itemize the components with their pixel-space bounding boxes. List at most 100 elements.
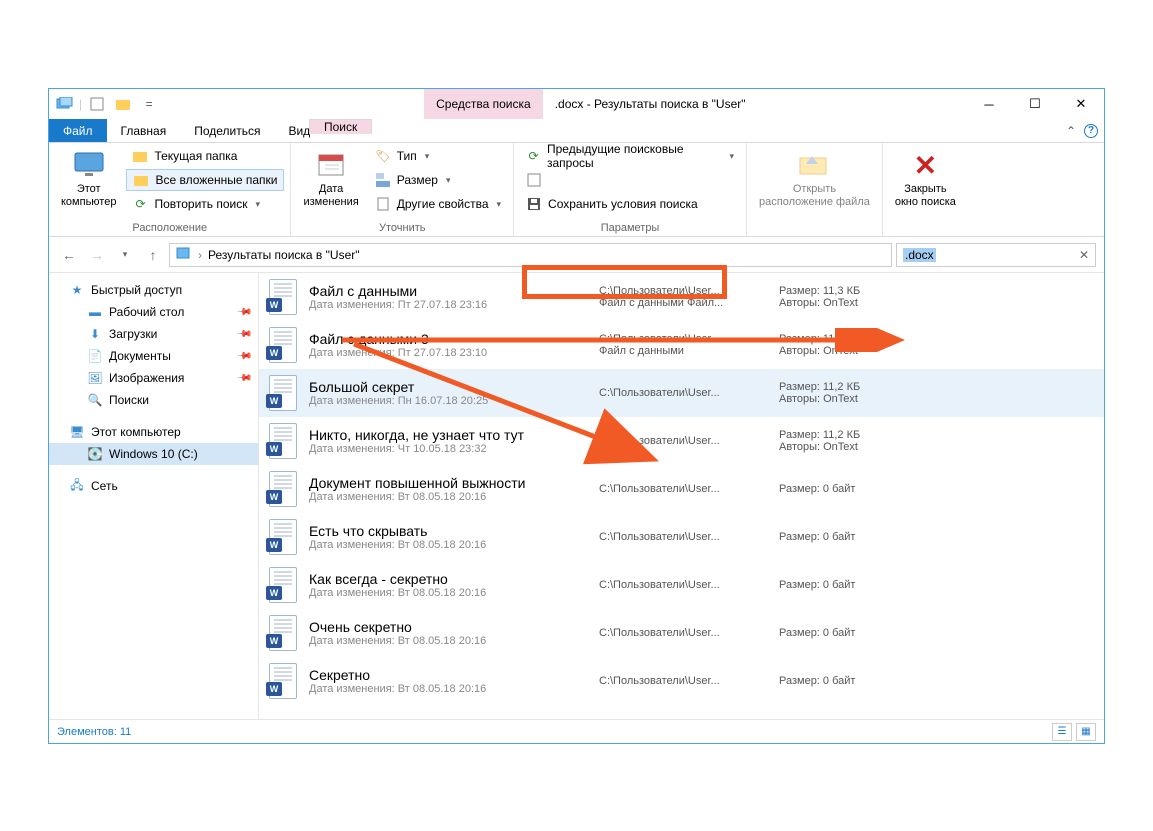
close-button[interactable]: ✕	[1058, 89, 1104, 119]
explorer-window: | = Средства поиска .docx - Результаты п…	[48, 88, 1105, 744]
monitor-icon	[73, 149, 105, 181]
file-date: Дата изменения: Пн 16.07.18 20:25	[309, 395, 589, 407]
network-icon: 🖧	[69, 478, 85, 494]
address-box[interactable]: › Результаты поиска в "User"	[169, 243, 892, 267]
file-size-col: Размер: 11,2 КБ Авторы: OnText	[779, 381, 860, 405]
maximize-button[interactable]: ☐	[1012, 89, 1058, 119]
tab-file[interactable]: Файл	[49, 119, 107, 142]
search-again-button[interactable]: ⟳Повторить поиск▾	[126, 193, 284, 215]
file-row[interactable]: W Файл с данными Дата изменения: Пт 27.0…	[259, 273, 1104, 321]
breadcrumb-sep: ›	[198, 248, 202, 262]
chevron-down-icon: ▾	[425, 151, 430, 162]
current-folder-button[interactable]: Текущая папка	[126, 145, 284, 167]
item-count: 11	[120, 726, 131, 738]
file-row[interactable]: W Никто, никогда, не узнает что тут Дата…	[259, 417, 1104, 465]
chevron-down-icon: ▾	[256, 199, 261, 210]
quick-access-toolbar: | =	[49, 93, 164, 115]
open-location-button[interactable]: Открыть расположение файла	[753, 145, 876, 236]
file-row[interactable]: W Документ повышенной выжности Дата изме…	[259, 465, 1104, 513]
advanced-options-button[interactable]	[520, 169, 740, 191]
sidebar-searches[interactable]: 🔍Поиски	[49, 389, 258, 411]
file-size-col: Размер: 0 байт	[779, 675, 855, 687]
file-name: Секретно	[309, 667, 589, 683]
clear-search-icon[interactable]: ✕	[1079, 248, 1089, 262]
this-pc-button[interactable]: Этот компьютер	[55, 145, 122, 220]
size-button[interactable]: Размер▾	[369, 169, 507, 191]
file-row[interactable]: W Большой секрет Дата изменения: Пн 16.0…	[259, 369, 1104, 417]
file-name: Файл с данными 3	[309, 331, 589, 347]
file-date: Дата изменения: Чт 10.05.18 23:32	[309, 443, 589, 455]
file-path-col: C:\Пользователи\User...	[599, 483, 769, 495]
tab-home[interactable]: Главная	[107, 119, 181, 142]
file-size-col: Размер: 0 байт	[779, 579, 855, 591]
date-modified-button[interactable]: Дата изменения	[297, 145, 364, 220]
star-icon: ★	[69, 282, 85, 298]
details-view-button[interactable]: ☰	[1052, 723, 1072, 741]
ribbon-open-location: Открыть расположение файла	[747, 143, 883, 236]
all-subfolders-button[interactable]: Все вложенные папки	[126, 169, 284, 191]
ribbon-collapse[interactable]: ⌃ ?	[1060, 119, 1104, 142]
sidebar-network[interactable]: 🖧Сеть	[49, 475, 258, 497]
close-search-label: Закрыть окно поиска	[895, 183, 956, 209]
file-main-col: Секретно Дата изменения: Вт 08.05.18 20:…	[309, 667, 589, 695]
file-row[interactable]: W Файл с данными 3 Дата изменения: Пт 27…	[259, 321, 1104, 369]
tab-share[interactable]: Поделиться	[180, 119, 274, 142]
sidebar-desktop[interactable]: ▬Рабочий стол📌	[49, 301, 258, 323]
sidebar-pictures[interactable]: 🖼Изображения📌	[49, 367, 258, 389]
pictures-label: Изображения	[109, 371, 184, 385]
checkbox-icon[interactable]	[86, 93, 108, 115]
type-button[interactable]: 🏷Тип▾	[369, 145, 507, 167]
searches-label: Поиски	[109, 393, 149, 407]
icons-view-button[interactable]: ▦	[1076, 723, 1096, 741]
pc-icon: 🖥	[69, 424, 85, 440]
folder-open-icon	[798, 149, 830, 181]
sidebar-downloads[interactable]: ⬇Загрузки📌	[49, 323, 258, 345]
save-search-button[interactable]: Сохранить условия поиска	[520, 193, 740, 215]
other-props-button[interactable]: Другие свойства▾	[369, 193, 507, 215]
docx-icon: W	[267, 373, 299, 413]
file-row[interactable]: W Есть что скрывать Дата изменения: Вт 0…	[259, 513, 1104, 561]
quick-access-label: Быстрый доступ	[91, 283, 182, 297]
chevron-down-icon: ▾	[497, 199, 502, 210]
docx-icon: W	[267, 421, 299, 461]
minimize-button[interactable]: ─	[966, 89, 1012, 119]
file-date: Дата изменения: Вт 08.05.18 20:16	[309, 683, 589, 695]
file-name: Как всегда - секретно	[309, 571, 589, 587]
history-dropdown[interactable]: ▾	[113, 243, 137, 267]
group-location-label: Расположение	[55, 220, 284, 236]
group-refine-label: Уточнить	[297, 220, 507, 236]
page-icon	[375, 196, 391, 212]
qat-dropdown-icon[interactable]: =	[138, 93, 160, 115]
file-date: Дата изменения: Пт 27.07.18 23:16	[309, 299, 589, 311]
search-box[interactable]: .docx ✕	[896, 243, 1096, 267]
file-date: Дата изменения: Вт 08.05.18 20:16	[309, 587, 589, 599]
sidebar-drive-c[interactable]: 💽Windows 10 (C:)	[49, 443, 258, 465]
close-search-button[interactable]: ✕ Закрыть окно поиска	[889, 145, 962, 236]
folder-qat-icon[interactable]	[112, 93, 134, 115]
file-main-col: Документ повышенной выжности Дата измене…	[309, 475, 589, 503]
item-count-label: Элементов:	[57, 726, 117, 738]
folders-icon[interactable]	[53, 93, 75, 115]
file-row[interactable]: W Секретно Дата изменения: Вт 08.05.18 2…	[259, 657, 1104, 705]
up-button[interactable]: ↑	[141, 243, 165, 267]
options-icon	[526, 172, 542, 188]
sidebar-quick-access[interactable]: ★ Быстрый доступ	[49, 279, 258, 301]
current-folder-label: Текущая папка	[154, 149, 237, 163]
forward-button[interactable]: →	[85, 243, 109, 267]
tab-search[interactable]: Поиск	[309, 119, 372, 134]
file-path-col: C:\Пользователи\User...	[599, 579, 769, 591]
sidebar-this-pc[interactable]: 🖥Этот компьютер	[49, 421, 258, 443]
chevron-down-icon: ▾	[446, 175, 451, 186]
recent-searches-button[interactable]: ⟳Предыдущие поисковые запросы▾	[520, 145, 740, 167]
file-row[interactable]: W Как всегда - секретно Дата изменения: …	[259, 561, 1104, 609]
save-icon	[526, 196, 542, 212]
group-options-label: Параметры	[520, 220, 740, 236]
sidebar-documents[interactable]: 📄Документы📌	[49, 345, 258, 367]
help-icon[interactable]: ?	[1084, 124, 1098, 138]
back-button[interactable]: ←	[57, 243, 81, 267]
ribbon-group-location: Этот компьютер Текущая папка Все вложенн…	[49, 143, 291, 236]
file-row[interactable]: W Очень секретно Дата изменения: Вт 08.0…	[259, 609, 1104, 657]
file-main-col: Никто, никогда, не узнает что тут Дата и…	[309, 427, 589, 455]
pin-icon: 📌	[235, 348, 252, 365]
this-pc-label: Этот компьютер	[61, 183, 116, 209]
